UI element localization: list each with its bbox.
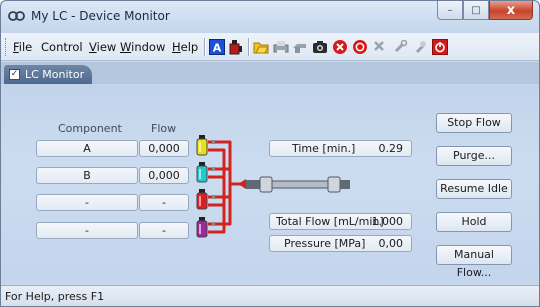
minimize-icon: – <box>447 4 453 16</box>
bottle-c-icon <box>196 189 208 210</box>
tab-lc-monitor-label: LC Monitor <box>25 68 85 81</box>
tab-checkbox[interactable]: ✓ <box>9 69 20 80</box>
total-flow-value: 1.000 <box>371 215 404 228</box>
menu-toolbar: File Control View Window Help A <box>1 33 539 61</box>
tools-icon[interactable] <box>372 39 388 55</box>
column-icon <box>246 176 350 193</box>
window-title: My LC - Device Monitor <box>31 9 170 23</box>
bottle-c <box>196 192 208 210</box>
snapshot-icon[interactable] <box>292 39 308 55</box>
time-value: 0.29 <box>378 142 404 155</box>
menu-control[interactable]: Control <box>41 40 83 54</box>
mixer-arrow-icon <box>238 179 246 189</box>
pressure-value: 0,00 <box>378 237 404 250</box>
flow-scheme <box>196 135 350 238</box>
toolbar-separator <box>248 38 249 56</box>
menu-view[interactable]: View <box>89 40 116 54</box>
tab-strip: ✓ LC Monitor <box>1 62 539 84</box>
bottle-d <box>196 220 208 238</box>
camera-icon[interactable] <box>312 39 328 55</box>
close-icon: x <box>506 2 516 18</box>
time-field: Time [min.] 0.29 <box>269 140 412 157</box>
status-text: For Help, press F1 <box>5 290 105 303</box>
purge-button[interactable]: Purge... <box>436 146 512 166</box>
print-icon[interactable] <box>273 39 289 55</box>
manual-flow-button[interactable]: Manual Flow... <box>436 245 512 279</box>
tab-lc-monitor[interactable]: ✓ LC Monitor <box>4 65 92 84</box>
menu-window[interactable]: Window <box>120 40 165 54</box>
total-flow-label: Total Flow [mL/min] <box>276 215 384 228</box>
hold-button[interactable]: Hold <box>436 212 512 232</box>
bottle-a-icon <box>196 135 208 156</box>
menu-help[interactable]: Help <box>172 40 198 54</box>
record-icon[interactable] <box>352 39 368 55</box>
total-flow-field: Total Flow [mL/min] 1.000 <box>269 213 412 230</box>
device-monitor-window: My LC - Device Monitor – □ x File Contro… <box>0 0 540 307</box>
bottle-a <box>196 138 208 156</box>
method-icon[interactable] <box>253 39 269 55</box>
bottle-icon[interactable] <box>228 39 244 55</box>
stop-flow-button[interactable]: Stop Flow <box>436 113 512 133</box>
line-valves <box>212 140 215 226</box>
minimize-button[interactable]: – <box>437 1 463 20</box>
bottle-b <box>196 165 208 183</box>
maximize-icon: □ <box>471 4 481 16</box>
pressure-field: Pressure [MPa] 0,00 <box>269 235 412 252</box>
status-bar: For Help, press F1 <box>1 285 539 306</box>
pressure-label: Pressure [MPa] <box>284 237 366 250</box>
solvent-lines <box>208 140 242 234</box>
toolbar-grip[interactable] <box>5 38 8 56</box>
power-icon[interactable] <box>432 39 448 55</box>
svg-text:A: A <box>213 42 222 55</box>
title-bar[interactable]: My LC - Device Monitor – □ x <box>1 1 539 33</box>
toolbar-separator <box>204 38 205 56</box>
lc-monitor-panel: Component Flow A 0,000 B 0,000 - - - - T… <box>2 84 538 284</box>
bottle-b-icon <box>196 162 208 183</box>
close-button[interactable]: x <box>489 1 533 20</box>
stop-icon[interactable] <box>332 39 348 55</box>
tools2-icon[interactable] <box>392 39 408 55</box>
maximize-button[interactable]: □ <box>463 1 489 20</box>
menu-file[interactable]: File <box>13 40 32 54</box>
time-label: Time [min.] <box>292 142 356 155</box>
bottle-d-icon <box>196 217 208 238</box>
about-icon[interactable]: A <box>209 39 225 55</box>
wrench-icon[interactable] <box>412 39 428 55</box>
app-icon <box>8 11 25 21</box>
resume-idle-button[interactable]: Resume Idle <box>436 179 512 199</box>
